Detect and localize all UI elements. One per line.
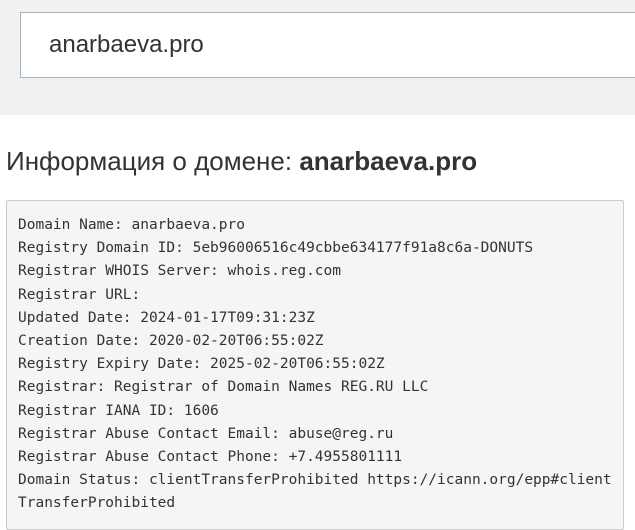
whois-line-abuse-phone: Registrar Abuse Contact Phone: +7.495580… (18, 449, 403, 466)
whois-line-creation-date: Creation Date: 2020-02-20T06:55:02Z (18, 333, 324, 350)
whois-line-domain-name: Domain Name: anarbaeva.pro (18, 217, 245, 233)
whois-line-registrar: Registrar: Registrar of Domain Names REG… (18, 379, 429, 396)
whois-line-updated-date: Updated Date: 2024-01-17T09:31:23Z (18, 309, 315, 326)
domain-search-input[interactable] (20, 12, 635, 78)
whois-line-registrar-whois-server: Registrar WHOIS Server: whois.reg.com (18, 263, 342, 280)
whois-line-registrar-iana-id: Registrar IANA ID: 1606 (18, 402, 219, 419)
whois-line-abuse-email: Registrar Abuse Contact Email: abuse@reg… (18, 425, 394, 442)
page-title-domain: anarbaeva.pro (299, 146, 478, 176)
whois-record: Domain Name: anarbaeva.pro Registry Domai… (18, 214, 612, 516)
whois-line-registrar-url: Registrar URL: (18, 286, 141, 303)
whois-line-registry-domain-id: Registry Domain ID: 5eb96006516c49cbbe63… (18, 240, 534, 257)
whois-record-box: Domain Name: anarbaeva.pro Registry Domai… (6, 200, 624, 530)
search-panel (0, 0, 635, 115)
whois-line-domain-status: Domain Status: clientTransferProhibited … (18, 472, 612, 512)
page-title: Информация о домене: anarbaeva.pro (6, 143, 477, 179)
page-title-prefix: Информация о домене: (6, 146, 300, 176)
whois-line-registry-expiry-date: Registry Expiry Date: 2025-02-20T06:55:0… (18, 356, 385, 373)
